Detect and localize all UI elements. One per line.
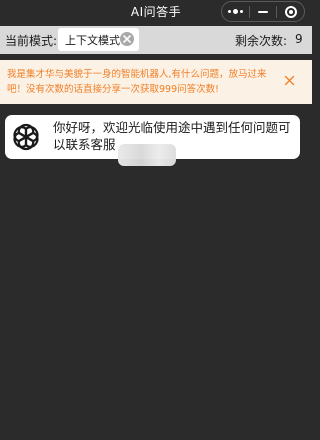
mode-bar: 当前模式: 上下文模式 剩余次数: 9	[0, 26, 312, 54]
remaining-label: 剩余次数:	[235, 34, 288, 48]
title-bar: AI问答手	[0, 0, 312, 24]
blur-overlay	[118, 144, 176, 166]
selected-mode: 上下文模式	[65, 33, 120, 47]
mini-program-capsule	[221, 1, 305, 22]
mode-label: 当前模式:	[5, 34, 58, 48]
notice-bar: 我是集才华与美貌于一身的智能机器人,有什么问题，放马过来吧！没有次数的话直接分享…	[0, 60, 312, 104]
more-dots-icon	[227, 9, 243, 14]
close-app-button[interactable]	[277, 2, 304, 21]
target-close-icon	[284, 5, 297, 18]
minimize-button[interactable]	[250, 2, 277, 21]
remaining-count: 9	[295, 32, 303, 46]
mode-selector[interactable]: 上下文模式	[58, 28, 139, 51]
more-button[interactable]	[222, 2, 249, 21]
minimize-icon	[258, 10, 268, 13]
openai-logo-icon	[13, 123, 39, 151]
close-icon[interactable]	[284, 75, 295, 86]
clear-x-icon[interactable]	[120, 32, 134, 46]
notice-text: 我是集才华与美貌于一身的智能机器人,有什么问题，放马过来吧！没有次数的话直接分享…	[7, 69, 267, 95]
